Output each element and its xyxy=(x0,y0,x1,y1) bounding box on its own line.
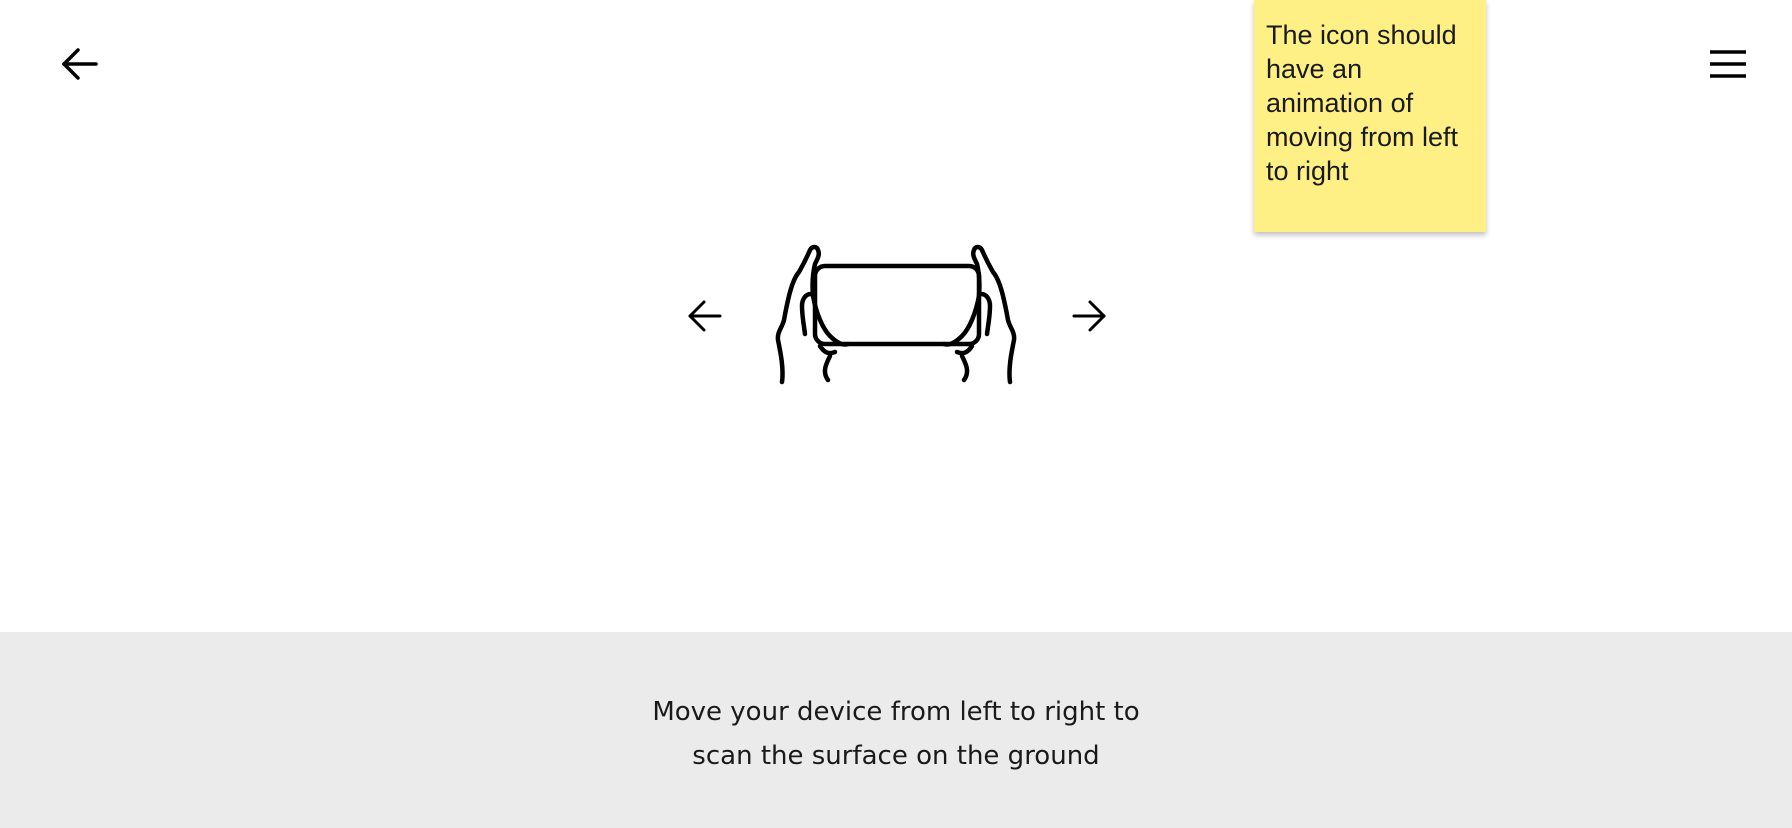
scan-surface-screen: The icon should have an animation of mov… xyxy=(0,0,1792,828)
scan-illustration xyxy=(680,236,1120,396)
instruction-line-1: Move your device from left to right to xyxy=(652,697,1140,727)
back-button[interactable] xyxy=(58,44,102,84)
instruction-line-2: scan the surface on the ground xyxy=(692,741,1100,771)
arrow-left-icon xyxy=(688,300,722,332)
sticky-note-text: The icon should have an animation of mov… xyxy=(1266,20,1459,186)
arrow-left-icon xyxy=(62,48,98,80)
hamburger-menu-icon xyxy=(1710,50,1746,78)
scan-instruction: Move your device from left to right to s… xyxy=(596,690,1196,778)
hands-holding-phone-icon xyxy=(775,244,1017,385)
sticky-note: The icon should have an animation of mov… xyxy=(1254,0,1486,232)
arrow-right-icon xyxy=(1072,300,1106,332)
menu-button[interactable] xyxy=(1706,46,1750,82)
